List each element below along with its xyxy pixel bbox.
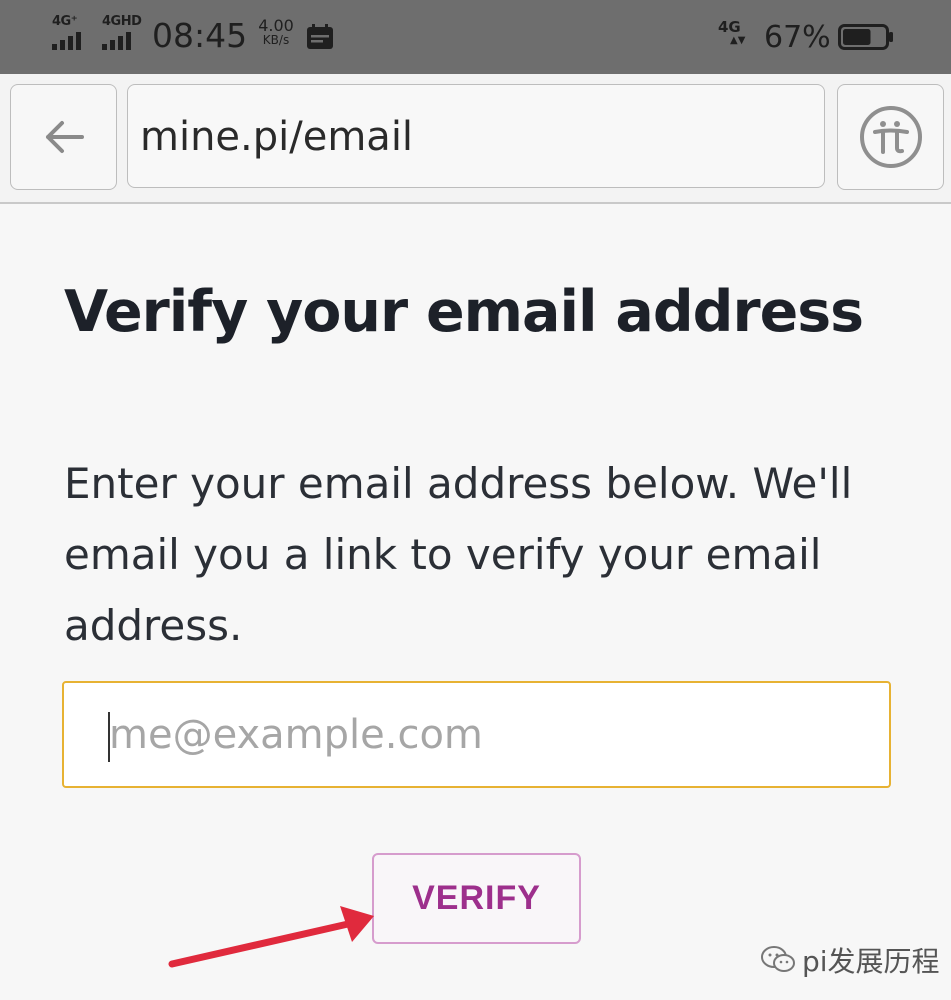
data-arrows-icon: ▲▼ bbox=[730, 35, 746, 46]
pi-menu-button[interactable] bbox=[837, 84, 944, 190]
browser-toolbar: mine.pi/email bbox=[0, 74, 951, 204]
battery-percent: 67% bbox=[764, 20, 831, 55]
email-input[interactable] bbox=[62, 681, 891, 788]
sim1-signal: 4G⁺ bbox=[52, 14, 98, 54]
url-bar[interactable]: mine.pi/email bbox=[127, 84, 825, 188]
sim2-network-label: 4GHD bbox=[102, 14, 142, 29]
verify-button[interactable]: VERIFY bbox=[372, 853, 581, 944]
pi-logo-icon bbox=[859, 106, 922, 168]
status-bar: 4G⁺ 4GHD 08:45 4.00 KB/s 4G ▲▼ 67% bbox=[0, 0, 951, 74]
sim2-signal: 4GHD bbox=[102, 14, 148, 54]
wechat-icon bbox=[761, 946, 795, 972]
network-speed: 4.00 KB/s bbox=[254, 18, 298, 48]
right-network-label: 4G bbox=[718, 18, 741, 36]
sim1-network-label: 4G⁺ bbox=[52, 14, 78, 29]
clock: 08:45 bbox=[152, 16, 248, 55]
text-cursor bbox=[108, 712, 110, 762]
signal-icon bbox=[102, 32, 131, 50]
annotation-arrow-icon bbox=[168, 906, 374, 968]
speed-unit: KB/s bbox=[262, 33, 290, 47]
speed-value: 4.00 bbox=[258, 16, 294, 35]
calendar-icon bbox=[307, 24, 333, 49]
watermark-text: pi发展历程 bbox=[802, 945, 940, 978]
back-arrow-icon bbox=[45, 121, 84, 153]
battery-icon bbox=[838, 24, 893, 50]
page-title: Verify your email address bbox=[64, 279, 864, 345]
instructions-text: Enter your email address below. We'll em… bbox=[64, 459, 853, 650]
mobile-data-indicator: 4G ▲▼ bbox=[718, 18, 745, 46]
signal-icon bbox=[52, 32, 81, 50]
back-button[interactable] bbox=[10, 84, 117, 190]
watermark: pi发展历程 bbox=[760, 940, 940, 980]
